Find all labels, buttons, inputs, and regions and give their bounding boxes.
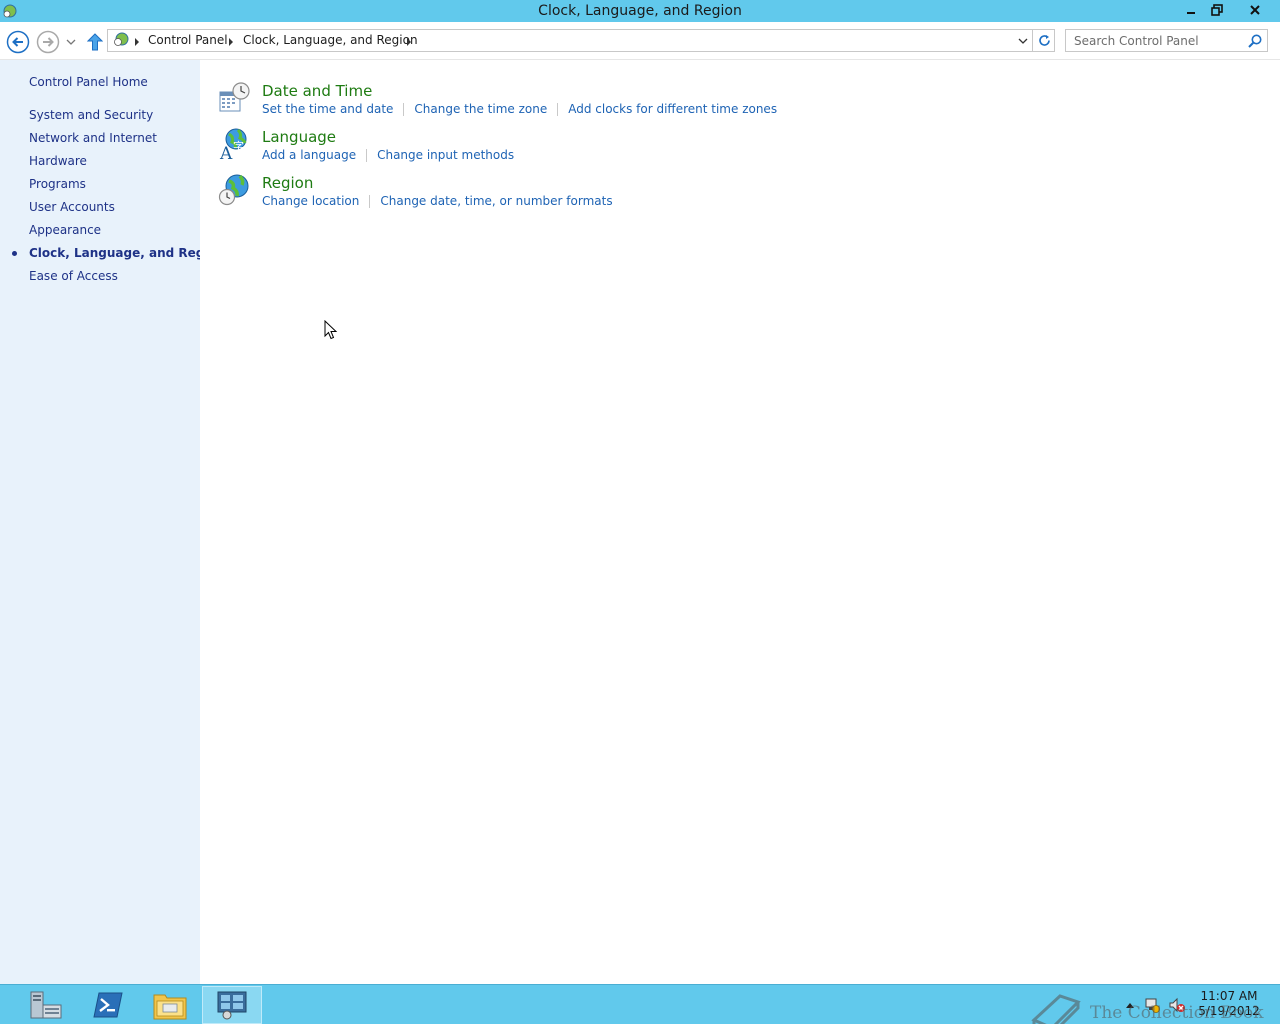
taskbar-file-explorer[interactable] (140, 986, 200, 1024)
language-links: Add a language Change input methods (262, 148, 514, 162)
sidebar-item-clock-language-region[interactable]: Clock, Language, and Region (29, 246, 225, 260)
sidebar-item-ease-of-access[interactable]: Ease of Access (29, 269, 118, 283)
breadcrumb-separator[interactable] (407, 38, 411, 46)
mouse-cursor-icon (324, 320, 338, 340)
link-separator (557, 103, 559, 116)
sidebar-item-programs[interactable]: Programs (29, 177, 86, 191)
search-box[interactable] (1065, 29, 1268, 52)
date-and-time-title[interactable]: Date and Time (262, 82, 372, 100)
restore-button[interactable] (1204, 0, 1230, 20)
link-separator (403, 103, 405, 116)
language-globe-icon[interactable]: A 字 (218, 128, 250, 160)
recent-locations-button[interactable] (62, 30, 80, 54)
sidebar: Control Panel Home System and Security N… (0, 60, 225, 984)
control-panel-icon (217, 991, 247, 1020)
minimize-button[interactable] (1178, 0, 1204, 20)
link-set-time-and-date[interactable]: Set the time and date (262, 102, 393, 116)
taskbar-powershell[interactable] (78, 986, 138, 1024)
control-panel-location-icon (114, 32, 129, 46)
link-separator (366, 149, 368, 162)
forward-button[interactable] (36, 30, 60, 54)
address-history-dropdown[interactable] (1014, 30, 1031, 51)
svg-text:字: 字 (233, 139, 244, 153)
link-separator (369, 195, 371, 208)
file-explorer-icon (153, 994, 187, 1020)
date-and-time-links: Set the time and date Change the time zon… (262, 102, 777, 116)
minimize-icon (1187, 12, 1195, 14)
title-bar: Clock, Language, and Region (0, 0, 1280, 22)
link-change-time-zone[interactable]: Change the time zone (414, 102, 547, 116)
link-add-a-language[interactable]: Add a language (262, 148, 356, 162)
taskbar-server-manager[interactable] (16, 986, 76, 1024)
link-change-input-methods[interactable]: Change input methods (377, 148, 514, 162)
region-links: Change location Change date, time, or num… (262, 194, 613, 208)
sidebar-item-hardware[interactable]: Hardware (29, 154, 87, 168)
chevron-down-icon (1018, 38, 1027, 44)
server-manager-icon (30, 991, 62, 1019)
breadcrumb-separator[interactable] (229, 38, 233, 46)
back-arrow-icon (6, 30, 30, 54)
region-title[interactable]: Region (262, 174, 313, 192)
sidebar-item-system-security[interactable]: System and Security (29, 108, 153, 122)
powershell-icon (93, 992, 123, 1018)
restore-icon (1211, 4, 1223, 16)
search-input[interactable] (1066, 30, 1244, 51)
active-item-bullet (12, 251, 17, 256)
region-globe-clock-icon[interactable] (218, 174, 250, 206)
forward-arrow-icon (36, 30, 60, 54)
book-icon (1031, 994, 1081, 1024)
breadcrumb-separator[interactable] (135, 38, 139, 46)
language-title[interactable]: Language (262, 128, 336, 146)
link-add-clocks[interactable]: Add clocks for different time zones (568, 102, 777, 116)
up-arrow-icon (87, 33, 103, 51)
up-button[interactable] (84, 30, 106, 54)
sidebar-item-user-accounts[interactable]: User Accounts (29, 200, 115, 214)
refresh-icon (1038, 35, 1050, 46)
navigation-bar: Control Panel Clock, Language, and Regio… (0, 22, 1280, 60)
watermark: The Collection Book (1030, 990, 1264, 1024)
calendar-clock-icon[interactable] (218, 82, 250, 114)
breadcrumb-clock-language-region[interactable]: Clock, Language, and Region (243, 33, 418, 47)
sidebar-control-panel-home[interactable]: Control Panel Home (29, 75, 148, 89)
sidebar-item-network-internet[interactable]: Network and Internet (29, 131, 157, 145)
refresh-button[interactable] (1032, 30, 1055, 51)
link-change-location[interactable]: Change location (262, 194, 359, 208)
close-button[interactable] (1232, 0, 1277, 20)
main-content: Date and Time Set the time and date Chang… (200, 60, 1280, 984)
close-icon (1249, 5, 1260, 15)
chevron-down-icon (66, 39, 76, 45)
link-change-formats[interactable]: Change date, time, or number formats (380, 194, 612, 208)
address-bar[interactable]: Control Panel Clock, Language, and Regio… (107, 29, 1055, 52)
taskbar-control-panel[interactable] (202, 986, 262, 1024)
search-icon[interactable] (1247, 33, 1263, 49)
watermark-text: The Collection Book (1090, 1003, 1264, 1023)
breadcrumb-control-panel[interactable]: Control Panel (148, 33, 228, 47)
back-button[interactable] (6, 30, 30, 54)
window-title: Clock, Language, and Region (538, 3, 742, 19)
svg-text:A: A (219, 144, 233, 160)
sidebar-item-appearance[interactable]: Appearance (29, 223, 101, 237)
